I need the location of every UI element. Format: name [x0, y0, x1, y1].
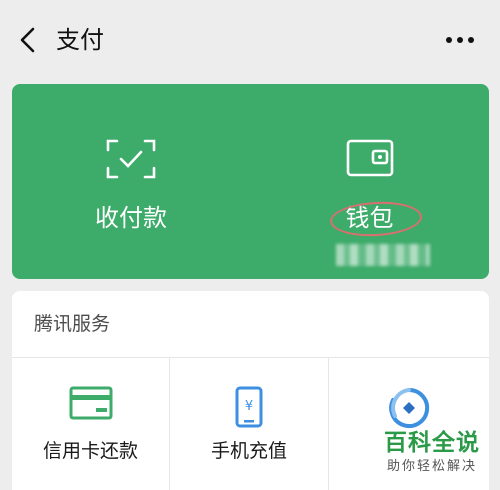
- mobile-recharge-label: 手机充值: [210, 440, 287, 462]
- wallet-button[interactable]: 钱包: [250, 84, 489, 279]
- credit-card-repayment-button[interactable]: 信用卡还款: [12, 358, 170, 490]
- section-title: 腾讯服务: [34, 313, 111, 335]
- blurred-balance: [336, 244, 430, 266]
- top-nav-bar: 支付: [0, 0, 500, 84]
- credit-card-repayment-label: 信用卡还款: [42, 440, 138, 462]
- credit-card-icon: [69, 386, 112, 420]
- back-button[interactable]: [10, 22, 46, 58]
- svg-text:¥: ¥: [245, 399, 253, 414]
- watermark-sub-text: 助你轻松解决: [386, 459, 477, 474]
- more-dots-icon: [446, 37, 474, 43]
- watermark-logo: 百科全说 助你轻松解决: [376, 428, 488, 486]
- wealth-icon: [389, 387, 430, 428]
- phone-recharge-icon: ¥: [235, 386, 263, 428]
- wallet-icon: [346, 139, 393, 177]
- page-title: 支付: [56, 26, 104, 54]
- receive-pay-button[interactable]: 收付款: [12, 84, 250, 279]
- wallet-card: 收付款 钱包: [12, 84, 489, 279]
- mobile-recharge-button[interactable]: ¥ 手机充值: [170, 358, 329, 490]
- watermark-main-text: 百科全说: [384, 430, 480, 456]
- chevron-left-icon: [20, 27, 35, 53]
- receive-pay-label: 收付款: [95, 204, 167, 232]
- scan-qr-icon: [106, 139, 156, 179]
- more-options-button[interactable]: [440, 24, 480, 56]
